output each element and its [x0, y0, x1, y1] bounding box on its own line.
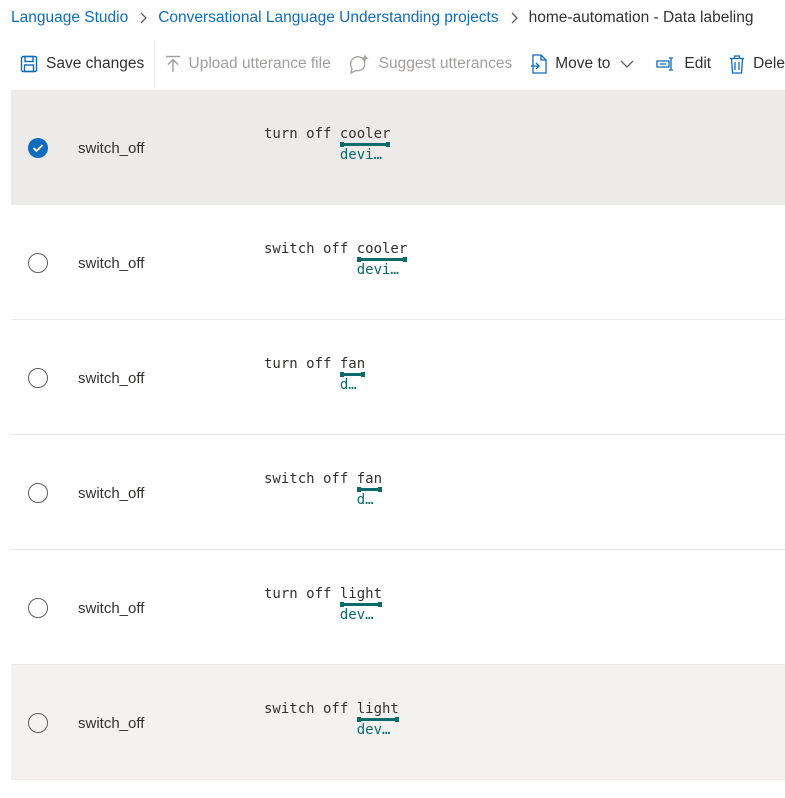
entity-underline: [339, 142, 391, 147]
utterance-row[interactable]: switch_off switch off fan d…: [11, 435, 785, 550]
intent-label: switch_off: [78, 715, 145, 732]
delete-button[interactable]: Dele: [729, 40, 785, 88]
radio-circle-icon[interactable]: [28, 483, 48, 503]
utterance-text: turn off fan d…: [264, 356, 366, 393]
suggest-utterances-button[interactable]: Suggest utterances: [347, 40, 532, 88]
intent-label: switch_off: [78, 140, 145, 157]
edit-icon: [656, 57, 676, 71]
upload-utterance-file-button[interactable]: Upload utterance file: [155, 40, 347, 88]
radio-circle-icon[interactable]: [28, 598, 48, 618]
breadcrumb-clu-projects[interactable]: Conversational Language Understanding pr…: [158, 9, 498, 27]
entity-label: devi…: [339, 147, 383, 163]
upload-icon: [165, 55, 181, 73]
command-bar: Save changes Upload utterance file Sugge…: [0, 40, 785, 88]
suggest-utterances-label: Suggest utterances: [378, 55, 513, 72]
entity-text: fan: [356, 471, 383, 487]
utterance-prefix: turn off: [264, 126, 340, 142]
save-changes-label: Save changes: [46, 55, 145, 72]
utterance-prefix: switch off: [264, 471, 357, 487]
entity-underline: [356, 717, 400, 722]
edit-label: Edit: [684, 55, 712, 72]
utterance-text: turn off cooler devi…: [264, 126, 391, 163]
radio-circle-icon[interactable]: [28, 253, 48, 273]
utterance-prefix: turn off: [264, 356, 340, 372]
utterance-text: switch off cooler devi…: [264, 241, 408, 278]
utterance-prefix: switch off: [264, 701, 357, 717]
chevron-right-icon: [499, 9, 529, 27]
entity-span[interactable]: fan d…: [339, 356, 366, 393]
entity-span[interactable]: light dev…: [356, 701, 400, 738]
move-to-button[interactable]: Move to: [531, 40, 656, 88]
entity-label: dev…: [339, 607, 374, 623]
radio-circle-icon[interactable]: [28, 368, 48, 388]
utterance-text: switch off light dev…: [264, 701, 400, 738]
entity-underline: [356, 257, 408, 262]
sparkle-chat-icon: [347, 53, 371, 75]
utterance-text: turn off light dev…: [264, 586, 383, 623]
entity-span[interactable]: cooler devi…: [356, 241, 408, 278]
intent-label: switch_off: [78, 370, 145, 387]
radio-circle-icon[interactable]: [28, 713, 48, 733]
entity-label: d…: [356, 492, 374, 508]
utterance-prefix: switch off: [264, 241, 357, 257]
entity-underline: [356, 487, 383, 492]
entity-text: cooler: [356, 241, 408, 257]
move-document-icon: [531, 54, 547, 74]
trash-icon: [729, 54, 745, 74]
chevron-right-icon: [128, 9, 158, 27]
breadcrumb-language-studio[interactable]: Language Studio: [11, 9, 128, 27]
intent-label: switch_off: [78, 485, 145, 502]
checkmark-circle-icon[interactable]: [28, 138, 48, 158]
edit-button[interactable]: Edit: [656, 40, 729, 88]
entity-underline: [339, 602, 383, 607]
breadcrumb-current-page: home-automation - Data labeling: [528, 9, 754, 26]
save-changes-button[interactable]: Save changes: [0, 40, 154, 88]
breadcrumb: Language Studio Conversational Language …: [0, 0, 785, 36]
utterance-text: switch off fan d…: [264, 471, 383, 508]
entity-span[interactable]: light dev…: [339, 586, 383, 623]
entity-label: d…: [339, 377, 357, 393]
utterance-list: switch_off turn off cooler devi… switch_o…: [11, 90, 785, 780]
utterance-row[interactable]: switch_off turn off fan d…: [11, 320, 785, 435]
intent-label: switch_off: [78, 255, 145, 272]
entity-text: cooler: [339, 126, 391, 142]
entity-span[interactable]: fan d…: [356, 471, 383, 508]
intent-label: switch_off: [78, 600, 145, 617]
entity-text: fan: [339, 356, 366, 372]
delete-label: Dele: [753, 55, 785, 72]
entity-label: devi…: [356, 262, 399, 278]
entity-text: light: [339, 586, 383, 602]
entity-span[interactable]: cooler devi…: [339, 126, 391, 163]
entity-text: light: [356, 701, 399, 717]
entity-label: dev…: [356, 722, 391, 738]
utterance-row[interactable]: switch_off switch off light dev…: [11, 665, 785, 780]
utterance-prefix: turn off: [264, 586, 340, 602]
utterance-row[interactable]: switch_off turn off light dev…: [11, 550, 785, 665]
utterance-row[interactable]: switch_off switch off cooler devi…: [11, 205, 785, 320]
chevron-down-icon: [620, 59, 634, 69]
save-icon: [20, 55, 38, 73]
upload-utterance-file-label: Upload utterance file: [188, 55, 331, 72]
entity-underline: [339, 372, 366, 377]
move-to-label: Move to: [555, 55, 611, 72]
utterance-row[interactable]: switch_off turn off cooler devi…: [11, 90, 785, 205]
